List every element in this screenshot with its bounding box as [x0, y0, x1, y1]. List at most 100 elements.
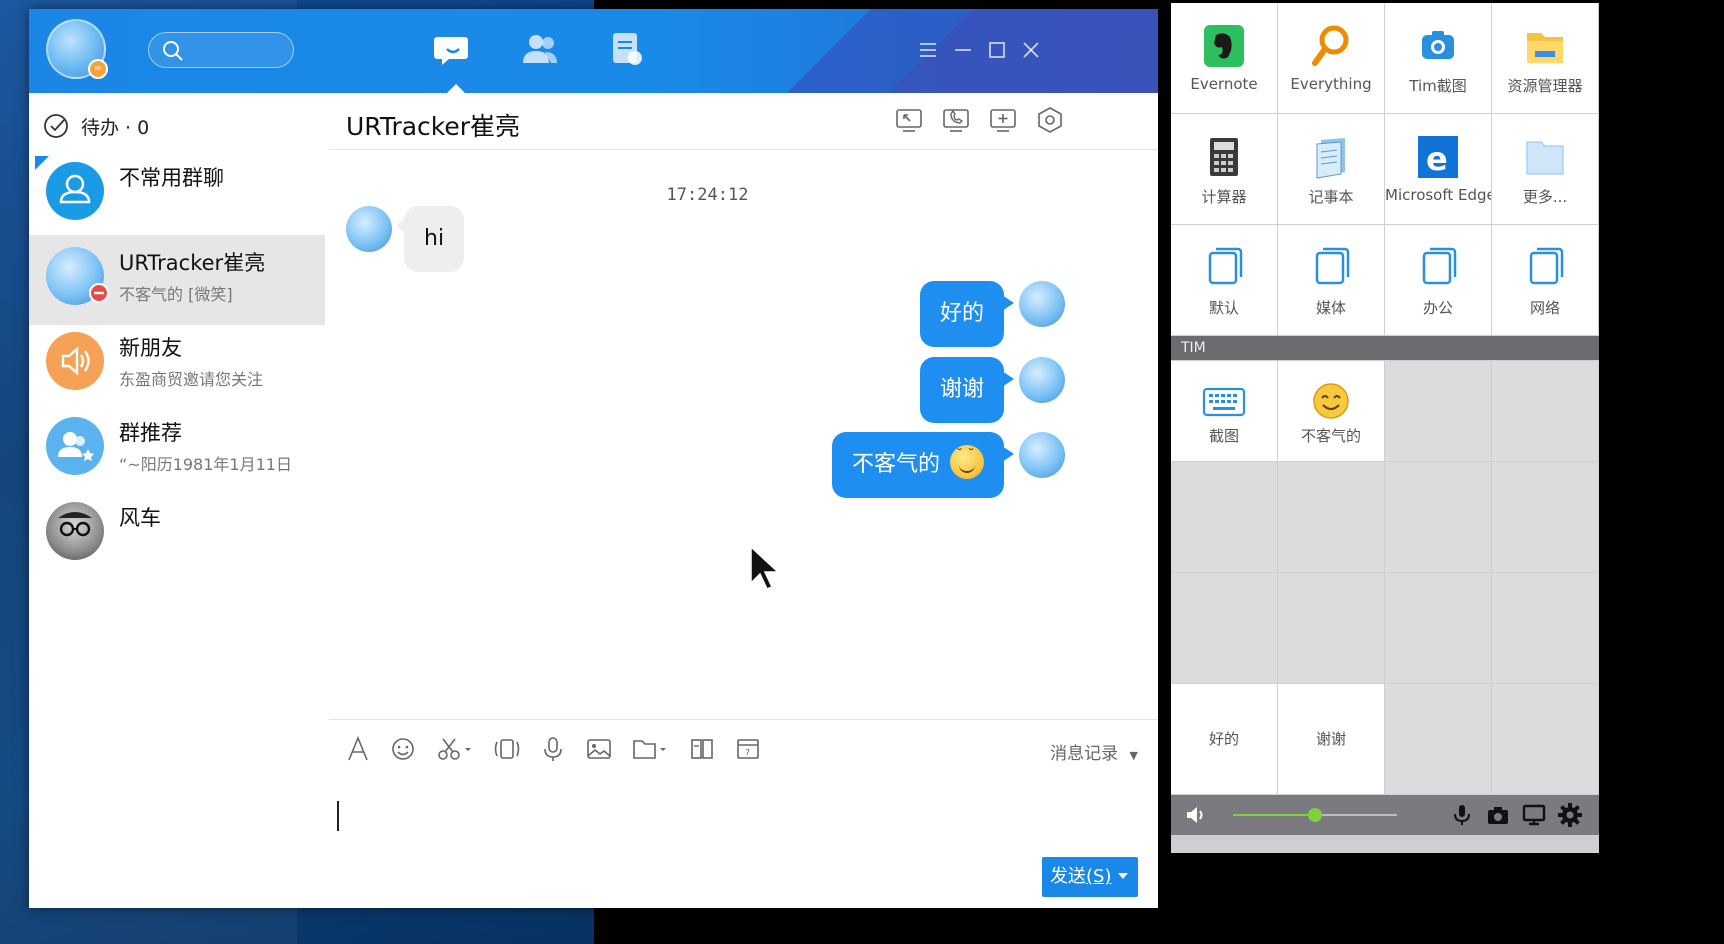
launcher-item-edge[interactable]: e Microsoft Edge: [1385, 114, 1491, 224]
folder-icon: [1527, 33, 1563, 63]
volume-slider-knob[interactable]: [1308, 808, 1322, 822]
chevron-down-icon: ▼: [1129, 749, 1138, 762]
launcher-label: Everything: [1290, 75, 1372, 93]
quick-launcher-panel: Evernote Everything Tim截图 资源管理器 计算器 记事本 …: [1171, 3, 1599, 853]
launcher-item-tim-screenshot[interactable]: Tim截图: [1385, 3, 1491, 113]
notes-tab[interactable]: [607, 31, 651, 71]
launcher-label: Evernote: [1190, 75, 1258, 93]
empty-slot: [1385, 684, 1491, 794]
message-bubble-outgoing[interactable]: 谢谢: [919, 357, 1015, 423]
font-icon[interactable]: [341, 732, 375, 766]
launcher-label: 更多...: [1522, 188, 1568, 206]
message-text: 不客气的: [851, 452, 940, 477]
microphone-icon[interactable]: [536, 732, 570, 766]
conversation-preview: 不客气的 [微笑]: [119, 285, 233, 304]
edge-icon: e: [1418, 136, 1458, 178]
empty-slot: [1385, 462, 1491, 572]
contacts-tab[interactable]: [519, 31, 563, 71]
conversation-item-selected[interactable]: URTracker崔亮 不客气的 [微笑]: [29, 235, 325, 325]
volume-icon[interactable]: [1183, 802, 1209, 828]
launcher-label: 计算器: [1201, 188, 1247, 206]
mouse-cursor-icon: [750, 545, 780, 590]
conversation-item[interactable]: 群推荐 “~阳历1981年1月11日: [29, 405, 325, 495]
launcher-label: 默认: [1208, 299, 1239, 317]
launcher-group-default[interactable]: 默认: [1171, 225, 1277, 335]
docs-icon[interactable]: [685, 732, 719, 766]
smiley-icon: [1313, 383, 1349, 419]
check-circle-icon: [44, 114, 68, 138]
tim-action-screenshot[interactable]: 截图: [1171, 361, 1277, 461]
add-member-icon[interactable]: [988, 105, 1018, 135]
send-button[interactable]: 发送(S): [1042, 857, 1138, 897]
send-options-chevron-icon[interactable]: [1118, 873, 1128, 879]
status-busy-icon[interactable]: =: [88, 59, 108, 79]
image-icon[interactable]: [582, 732, 616, 766]
launcher-group-network[interactable]: 网络: [1492, 225, 1598, 335]
monitor-icon[interactable]: [1521, 802, 1547, 828]
screenshot-scissors-icon[interactable]: [433, 732, 477, 766]
message-bubble-outgoing[interactable]: 不客气的: [831, 432, 1015, 498]
quick-phrase-thanks[interactable]: 谢谢: [1278, 684, 1384, 794]
copy-icon: [1529, 247, 1564, 285]
text-caret: [337, 801, 339, 831]
launcher-item-everything[interactable]: Everything: [1278, 3, 1384, 113]
calendar-icon[interactable]: 7: [731, 732, 765, 766]
conversation-item[interactable]: 风车: [29, 490, 325, 580]
self-message-avatar[interactable]: [1019, 357, 1065, 403]
launcher-group-media[interactable]: 媒体: [1278, 225, 1384, 335]
camera-icon[interactable]: [1485, 802, 1511, 828]
launcher-group-office[interactable]: 办公: [1385, 225, 1491, 335]
folder-send-icon[interactable]: [629, 732, 673, 766]
self-message-avatar[interactable]: [1019, 432, 1065, 478]
busy-status-icon: [89, 283, 109, 303]
shake-icon[interactable]: [490, 732, 524, 766]
todo-button[interactable]: 待办 · 0: [43, 113, 149, 139]
maximize-icon[interactable]: [984, 37, 1010, 63]
minimize-icon[interactable]: [950, 37, 976, 63]
volume-slider[interactable]: [1233, 808, 1397, 822]
quick-phrase-ok[interactable]: 好的: [1171, 684, 1277, 794]
emoji-icon[interactable]: [386, 732, 420, 766]
settings-hexagon-icon[interactable]: [1035, 105, 1065, 135]
launcher-label: Tim截图: [1409, 77, 1467, 95]
empty-slot: [1171, 462, 1277, 572]
close-icon[interactable]: [1018, 37, 1044, 63]
conversation-name: 风车: [119, 506, 161, 530]
launcher-item-evernote[interactable]: Evernote: [1171, 3, 1277, 113]
microphone-icon[interactable]: [1449, 802, 1475, 828]
gear-icon[interactable]: [1557, 802, 1583, 828]
message-bubble-incoming[interactable]: hi: [395, 206, 465, 272]
menu-icon[interactable]: [915, 37, 941, 63]
conversation-item[interactable]: 不常用群聊: [29, 150, 325, 240]
launcher-item-explorer[interactable]: 资源管理器: [1492, 3, 1598, 113]
sender-avatar[interactable]: [346, 206, 392, 252]
screen-share-icon[interactable]: [894, 105, 924, 135]
message-bubble-outgoing[interactable]: 好的: [919, 281, 1015, 347]
launcher-item-more[interactable]: 更多...: [1492, 114, 1598, 224]
messages-tab[interactable]: [433, 31, 477, 93]
group-icon: [59, 174, 91, 204]
message-history-button[interactable]: 消息记录 ▼: [1050, 739, 1138, 764]
launcher-item-calculator[interactable]: 计算器: [1171, 114, 1277, 224]
tim-action-emoji-reply[interactable]: 不客气的: [1278, 361, 1384, 461]
self-message-avatar[interactable]: [1019, 281, 1065, 327]
search-input[interactable]: [148, 32, 294, 68]
launcher-item-notepad[interactable]: 记事本: [1278, 114, 1384, 224]
history-label: 消息记录: [1050, 744, 1119, 764]
search-icon: [163, 41, 183, 61]
conversation-item[interactable]: 新朋友 东盈商贸邀请您关注: [29, 320, 325, 410]
launcher-label: 媒体: [1315, 299, 1346, 317]
conversation-name: URTracker崔亮: [119, 251, 266, 275]
folder-light-icon: [1526, 141, 1564, 175]
chat-title: URTracker崔亮: [346, 112, 521, 141]
message-input[interactable]: [329, 777, 1158, 867]
launcher-label: 不客气的: [1300, 427, 1361, 445]
calculator-icon: [1210, 138, 1238, 176]
group-avatar: [46, 162, 104, 220]
empty-slot: [1492, 573, 1598, 683]
smile-emoji-icon: [950, 445, 984, 479]
phone-icon[interactable]: [941, 105, 971, 135]
phrase-label: 好的: [1208, 730, 1239, 748]
new-friend-avatar: [46, 332, 104, 390]
self-avatar[interactable]: =: [46, 19, 108, 79]
